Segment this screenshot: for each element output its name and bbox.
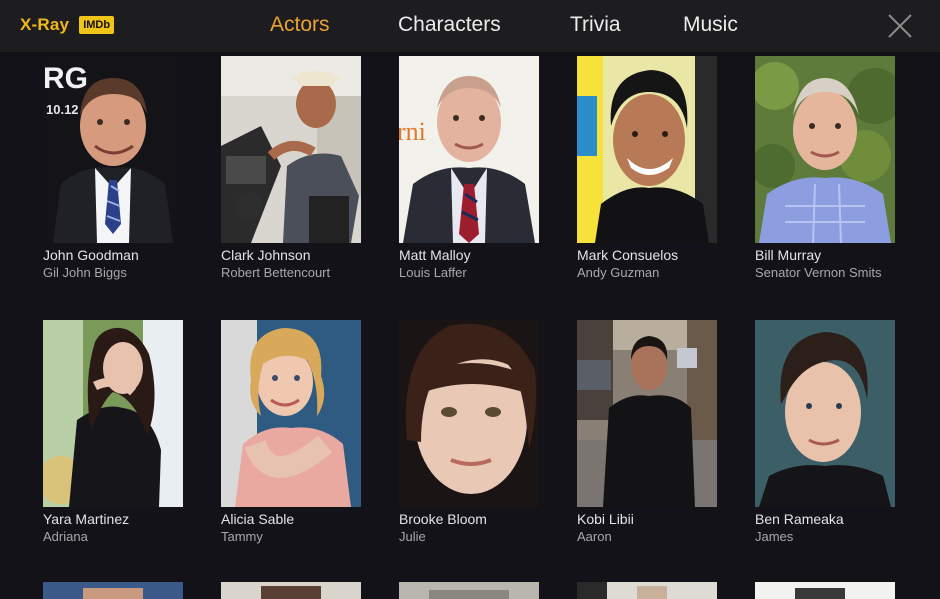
actor-name: Mark Consuelos: [577, 247, 679, 263]
actor-photo: [221, 320, 361, 507]
character-name: Aaron: [577, 529, 612, 544]
actor-name: Bill Murray: [755, 247, 822, 263]
actor-photo: [755, 56, 895, 243]
tab-actors[interactable]: Actors: [270, 13, 330, 37]
actor-photo: [399, 320, 539, 507]
actor-card-alicia-sable[interactable]: Alicia Sable Tammy: [221, 320, 363, 545]
actor-card-peek[interactable]: [221, 582, 363, 599]
actor-card-yara-martinez[interactable]: Yara Martinez Adriana: [43, 320, 185, 545]
actor-name: John Goodman: [43, 247, 139, 263]
actor-photo: RG 10.12: [43, 56, 183, 243]
actor-card-ben-rameaka[interactable]: Ben Rameaka James: [755, 320, 897, 545]
tab-characters[interactable]: Characters: [398, 13, 501, 37]
actor-card-peek[interactable]: [755, 582, 897, 599]
actor-photo: [577, 56, 717, 243]
close-button[interactable]: [886, 12, 914, 40]
actor-name: Yara Martinez: [43, 511, 130, 527]
actor-name: Ben Rameaka: [755, 511, 844, 527]
character-name: Andy Guzman: [577, 265, 660, 280]
actor-name: Clark Johnson: [221, 247, 311, 263]
xray-screen: X-Ray IMDb Actors Characters Trivia Musi…: [0, 0, 940, 599]
actor-card-peek[interactable]: [399, 582, 541, 599]
actor-name: Kobi Libii: [577, 511, 634, 527]
character-name: James: [755, 529, 794, 544]
actor-photo: rni: [399, 56, 539, 243]
top-bar: X-Ray IMDb Actors Characters Trivia Musi…: [0, 0, 940, 52]
tab-trivia[interactable]: Trivia: [570, 13, 621, 37]
close-icon: [888, 14, 912, 38]
svg-text:10.12: 10.12: [46, 102, 79, 117]
actor-card-brooke-bloom[interactable]: Brooke Bloom Julie: [399, 320, 541, 545]
character-name: Robert Bettencourt: [221, 265, 331, 280]
actor-photo: [755, 320, 895, 507]
actor-card-mark-consuelos[interactable]: Mark Consuelos Andy Guzman: [577, 56, 719, 281]
actor-card-clark-johnson[interactable]: Clark Johnson Robert Bettencourt: [221, 56, 363, 281]
character-name: Adriana: [43, 529, 88, 544]
actor-photo: [577, 320, 717, 507]
character-name: Julie: [399, 529, 426, 544]
actor-photo: [221, 56, 361, 243]
actor-card-peek[interactable]: [43, 582, 185, 599]
character-name: Gil John Biggs: [43, 265, 127, 280]
tab-bar: Actors Characters Trivia Music: [0, 0, 940, 52]
actor-card-bill-murray[interactable]: Bill Murray Senator Vernon Smits: [755, 56, 897, 281]
tab-music[interactable]: Music: [683, 13, 738, 37]
actor-card-peek[interactable]: [577, 582, 719, 599]
actor-card-john-goodman[interactable]: RG 10.12 John Goodman Gil John Biggs: [43, 56, 185, 281]
actor-grid: RG 10.12 John Goodman Gil John Biggs Cla…: [0, 52, 940, 599]
actor-name: Brooke Bloom: [399, 511, 487, 527]
character-name: Senator Vernon Smits: [755, 265, 882, 280]
character-name: Louis Laffer: [399, 265, 467, 280]
svg-text:RG: RG: [43, 62, 88, 95]
actor-name: Matt Malloy: [399, 247, 471, 263]
actor-card-matt-malloy[interactable]: rni Matt Malloy Louis Laffer: [399, 56, 541, 281]
actor-photo: [43, 320, 183, 507]
actor-name: Alicia Sable: [221, 511, 295, 527]
svg-text:rni: rni: [399, 117, 426, 146]
character-name: Tammy: [221, 529, 263, 544]
actor-card-kobi-libii[interactable]: Kobi Libii Aaron: [577, 320, 719, 545]
